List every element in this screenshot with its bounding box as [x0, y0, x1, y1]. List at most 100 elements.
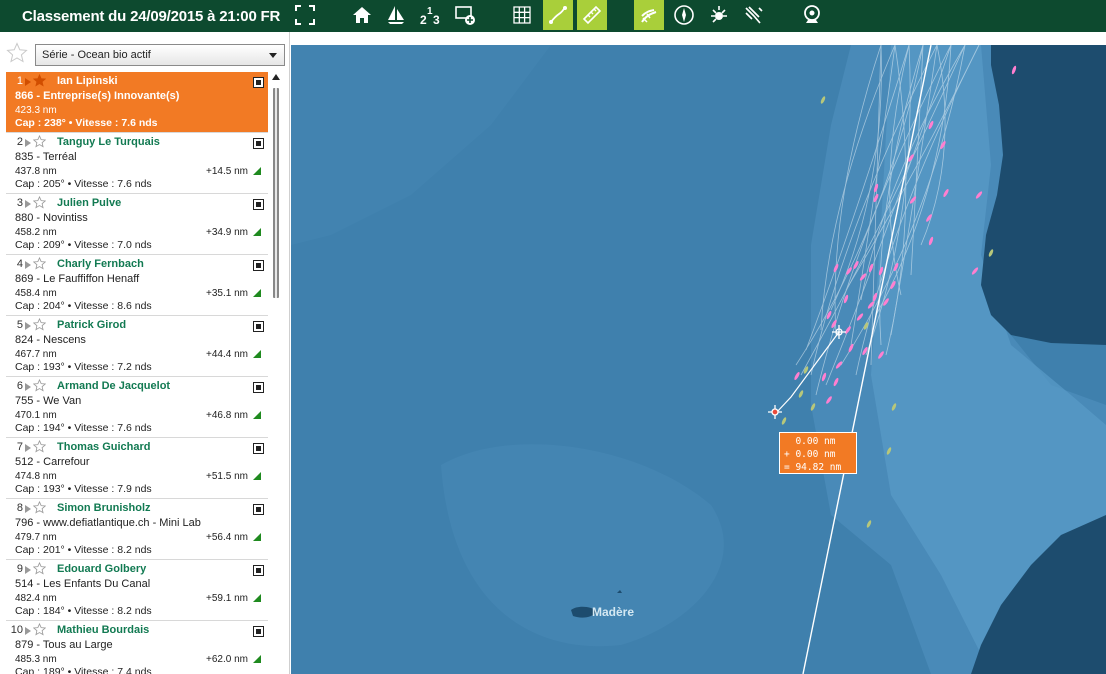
track-toggle-checkbox[interactable]: [253, 626, 264, 637]
measure-line-3: = 94.82 nm: [784, 462, 842, 473]
skipper-name[interactable]: Patrick Girod: [57, 318, 126, 333]
play-icon[interactable]: [25, 261, 31, 269]
grid-button[interactable]: [507, 0, 537, 30]
track-toggle-checkbox[interactable]: [253, 565, 264, 576]
star-icon[interactable]: [33, 257, 46, 270]
scrollbar[interactable]: [273, 88, 279, 298]
ranking-row[interactable]: 1 Ian Lipinski 866 - Entreprise(s) Innovan…: [6, 72, 268, 133]
track-toggle-checkbox[interactable]: [253, 443, 264, 454]
gap-to-leader: +46.8 nm: [206, 410, 248, 421]
ranking-position: 1: [16, 75, 23, 87]
skipper-name[interactable]: Tanguy Le Turquais: [57, 135, 160, 150]
webcam-button[interactable]: [797, 0, 827, 30]
track-toggle-checkbox[interactable]: [253, 260, 264, 271]
ranking-row[interactable]: 4 Charly Fernbach 869 - Le Fauffiffon Hena…: [6, 255, 268, 316]
swell-button[interactable]: [739, 0, 769, 30]
ranking-button[interactable]: 213: [415, 0, 445, 30]
play-icon[interactable]: [25, 566, 31, 574]
scroll-up-arrow[interactable]: [272, 74, 280, 80]
distance-to-finish: 485.3 nm: [15, 654, 57, 665]
star-icon[interactable]: [33, 318, 46, 331]
play-icon[interactable]: [25, 627, 31, 635]
distance-to-finish: 467.7 nm: [15, 349, 57, 360]
track-toggle-checkbox[interactable]: [253, 504, 264, 515]
play-icon[interactable]: [25, 139, 31, 147]
gap-to-leader: +59.1 nm: [206, 593, 248, 604]
star-icon[interactable]: [33, 196, 46, 209]
fullscreen-button[interactable]: [290, 0, 320, 30]
boat-name: 866 - Entreprise(s) Innovante(s): [15, 90, 180, 102]
play-icon[interactable]: [25, 322, 31, 330]
sailboat-icon: [388, 6, 404, 24]
skipper-name[interactable]: Ian Lipinski: [57, 74, 118, 89]
ranking-title: Classement du 24/09/2015 à 21:00 FR: [22, 7, 281, 25]
boat-name: 879 - Tous au Large: [15, 639, 113, 651]
ranking-row[interactable]: 8 Simon Brunisholz 796 - www.defiatlantiqu…: [6, 499, 268, 560]
series-select[interactable]: Série - Ocean bio actif: [35, 44, 285, 66]
boat-name: 796 - www.defiatlantique.ch - Mini Lab: [15, 517, 201, 529]
star-icon[interactable]: [33, 74, 46, 87]
favorite-star-icon[interactable]: [6, 42, 28, 64]
wind-button[interactable]: [634, 0, 664, 30]
gap-to-leader: +35.1 nm: [206, 288, 248, 299]
home-icon: [353, 7, 371, 23]
measure-line-1: 0.00 nm: [784, 436, 836, 447]
wind-icon: [641, 9, 657, 23]
star-icon[interactable]: [33, 379, 46, 392]
ranking-row[interactable]: 9 Edouard Golbery 514 - Les Enfants Du Can…: [6, 560, 268, 621]
skipper-name[interactable]: Charly Fernbach: [57, 257, 144, 272]
track-toggle-checkbox[interactable]: [253, 77, 264, 88]
distance-to-finish: 470.1 nm: [15, 410, 57, 421]
track-toggle-checkbox[interactable]: [253, 199, 264, 210]
skipper-name[interactable]: Thomas Guichard: [57, 440, 151, 455]
sun-button[interactable]: [704, 0, 734, 30]
play-icon[interactable]: [25, 505, 31, 513]
home-button[interactable]: [347, 0, 377, 30]
ranking-position: 5: [16, 319, 23, 331]
skipper-name[interactable]: Mathieu Bourdais: [57, 623, 149, 638]
play-icon[interactable]: [25, 383, 31, 391]
star-icon[interactable]: [33, 562, 46, 575]
distance-to-finish: 482.4 nm: [15, 593, 57, 604]
ranking-position: 6: [16, 380, 23, 392]
gap-to-leader: +62.0 nm: [206, 654, 248, 665]
map-view[interactable]: 0.00 nm + 0.00 nm = 94.82 nm Madère: [291, 45, 1106, 674]
heading-speed: Cap : 193° • Vitesse : 7.9 nds: [15, 483, 152, 495]
track-toggle-checkbox[interactable]: [253, 138, 264, 149]
route-button[interactable]: [543, 0, 573, 30]
land-iberia: [981, 45, 1106, 345]
heading-speed: Cap : 184° • Vitesse : 8.2 nds: [15, 605, 152, 617]
boat-name: 824 - Nescens: [15, 334, 86, 346]
skipper-name[interactable]: Simon Brunisholz: [57, 501, 151, 516]
map-canvas[interactable]: [291, 45, 1106, 674]
skipper-name[interactable]: Julien Pulve: [57, 196, 121, 211]
ranking-position: 8: [16, 502, 23, 514]
ruler-button[interactable]: [577, 0, 607, 30]
star-icon[interactable]: [33, 623, 46, 636]
trend-flag-icon: [253, 289, 261, 297]
ranking-row[interactable]: 3 Julien Pulve 880 - Novintiss 458.2 nm +34.…: [6, 194, 268, 255]
add-layer-button[interactable]: [450, 0, 480, 30]
ranking-row[interactable]: 6 Armand De Jacquelot 755 - We Van 470.1 nm…: [6, 377, 268, 438]
ranking-row[interactable]: 7 Thomas Guichard 512 - Carrefour 474.8 nm +…: [6, 438, 268, 499]
star-icon[interactable]: [33, 501, 46, 514]
heading-speed: Cap : 205° • Vitesse : 7.6 nds: [15, 178, 152, 190]
star-icon[interactable]: [33, 135, 46, 148]
fleet-button[interactable]: [381, 0, 411, 30]
star-icon[interactable]: [33, 440, 46, 453]
trend-flag-icon: [253, 411, 261, 419]
compass-button[interactable]: [669, 0, 699, 30]
skipper-name[interactable]: Edouard Golbery: [57, 562, 146, 577]
play-icon[interactable]: [25, 200, 31, 208]
ruler-icon: [582, 5, 602, 25]
skipper-name[interactable]: Armand De Jacquelot: [57, 379, 170, 394]
ranking-row[interactable]: 5 Patrick Girod 824 - Nescens 467.7 nm +44.4…: [6, 316, 268, 377]
series-select-value: Série - Ocean bio actif: [42, 49, 151, 61]
track-toggle-checkbox[interactable]: [253, 321, 264, 332]
ranking-row[interactable]: 2 Tanguy Le Turquais 835 - Terréal 437.8 nm…: [6, 133, 268, 194]
play-icon[interactable]: [25, 444, 31, 452]
top-bar: Classement du 24/09/2015 à 21:00 FR 213: [0, 0, 1106, 32]
track-toggle-checkbox[interactable]: [253, 382, 264, 393]
play-icon[interactable]: [25, 78, 31, 86]
ranking-row[interactable]: 10 Mathieu Bourdais 879 - Tous au Large 485…: [6, 621, 268, 674]
